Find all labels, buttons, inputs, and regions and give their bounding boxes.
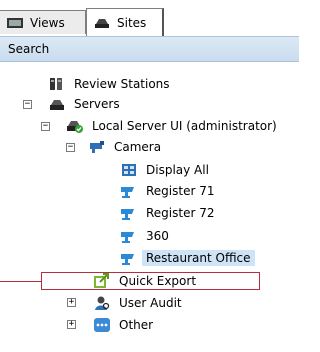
camera-group-icon <box>90 141 104 153</box>
tab-views[interactable]: Views <box>0 10 86 34</box>
search-bar[interactable]: Search <box>0 36 299 62</box>
search-label: Search <box>8 42 50 56</box>
register-71-label: Register 71 <box>146 184 215 198</box>
user-audit-label: User Audit <box>119 296 182 310</box>
local-server-icon <box>67 121 83 133</box>
camera-icon <box>121 209 134 220</box>
sites-icon <box>95 18 109 28</box>
display-all-icon <box>122 164 136 176</box>
quick-export-highlight <box>41 272 260 290</box>
callout-line <box>0 281 41 282</box>
tree-item-display-all[interactable]: Display All <box>120 160 209 180</box>
review-stations-label: Review Stations <box>74 77 170 91</box>
tree-item-review-stations[interactable]: Review Stations <box>48 74 170 94</box>
expander-user-audit[interactable]: + <box>67 298 76 307</box>
tab-sites-label: Sites <box>117 15 147 30</box>
360-label: 360 <box>146 229 169 243</box>
other-icon <box>94 318 110 332</box>
expander-camera[interactable]: − <box>66 143 75 152</box>
display-all-label: Display All <box>146 163 209 177</box>
tree-item-camera[interactable]: Camera <box>88 137 161 157</box>
restaurant-office-label: Restaurant Office <box>142 250 255 266</box>
tree-item-servers[interactable]: Servers <box>48 94 120 114</box>
tab-views-label: Views <box>30 15 65 30</box>
tab-sites[interactable]: Sites <box>86 8 164 36</box>
expander-other[interactable]: + <box>67 320 76 329</box>
tree-item-other[interactable]: Other <box>93 315 153 335</box>
expander-local-server[interactable]: − <box>41 122 50 131</box>
camera-icon <box>121 187 134 198</box>
user-audit-icon <box>95 296 110 310</box>
server-icon <box>50 100 64 110</box>
review-stations-icon <box>50 78 62 90</box>
tree-item-360[interactable]: 360 <box>120 226 169 246</box>
tree-item-register-72[interactable]: Register 72 <box>120 203 215 223</box>
local-server-label: Local Server UI (administrator) <box>92 119 277 133</box>
views-icon <box>7 17 23 28</box>
tree-item-restaurant-office[interactable]: Restaurant Office <box>120 248 255 268</box>
tree-item-local-server[interactable]: Local Server UI (administrator) <box>66 116 277 136</box>
tree-item-user-audit[interactable]: User Audit <box>93 293 182 313</box>
tab-bar: Views Sites <box>0 0 299 36</box>
servers-label: Servers <box>74 97 120 111</box>
camera-icon <box>121 232 134 243</box>
other-label: Other <box>119 318 154 332</box>
expander-servers[interactable]: − <box>23 100 32 109</box>
camera-label: Camera <box>114 140 162 154</box>
register-72-label: Register 72 <box>146 206 215 220</box>
camera-icon <box>121 254 134 265</box>
tree-item-register-71[interactable]: Register 71 <box>120 181 215 201</box>
